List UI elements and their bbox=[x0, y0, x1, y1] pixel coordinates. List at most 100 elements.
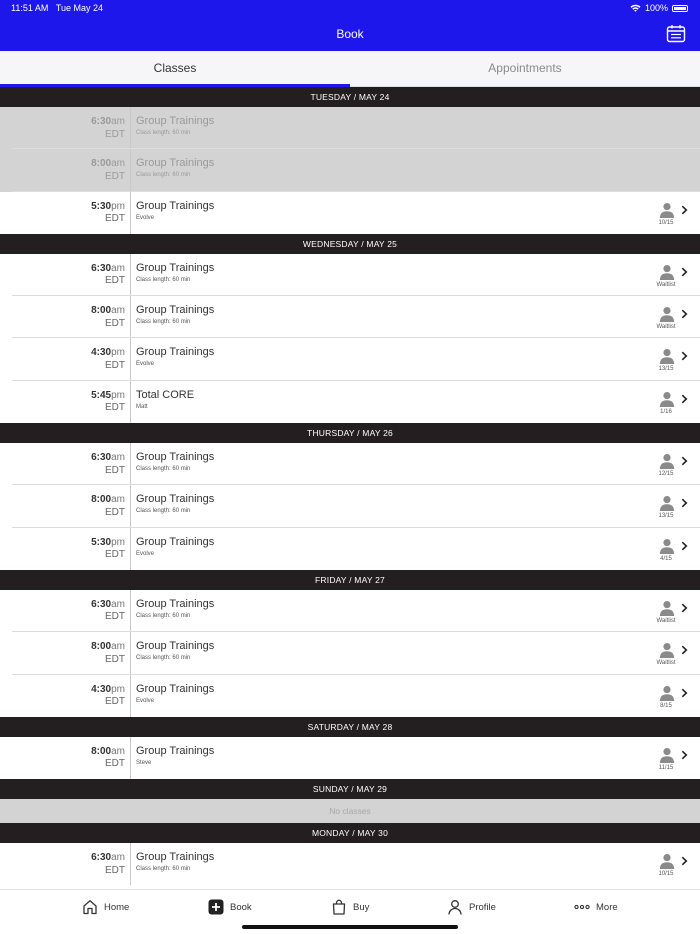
no-classes-text: No classes bbox=[0, 799, 700, 824]
class-subtitle: Steve bbox=[136, 759, 152, 766]
time-zone: EDT bbox=[105, 549, 125, 561]
class-availability[interactable]: 12/15 bbox=[652, 451, 688, 479]
column-divider bbox=[130, 191, 131, 234]
nav-more[interactable]: More bbox=[574, 899, 618, 915]
tab-classes[interactable]: Classes bbox=[0, 51, 350, 87]
class-row[interactable]: 6:30am EDT Group Trainings Class length: 60… bbox=[0, 589, 700, 633]
class-row[interactable]: 6:30am EDT Group Trainings Class length: 60… bbox=[0, 443, 700, 486]
nav-buy[interactable]: Buy bbox=[331, 899, 369, 915]
person-icon bbox=[659, 747, 675, 763]
class-name: Group Trainings bbox=[136, 346, 215, 359]
day-header: SATURDAY / MAY 28 bbox=[0, 716, 700, 737]
class-availability[interactable]: 10/15 bbox=[652, 851, 688, 879]
class-subtitle: Class length: 60 min bbox=[136, 508, 191, 515]
bottom-nav: Home Book Buy Profile More bbox=[0, 889, 700, 934]
time-value: 8:00 bbox=[91, 745, 112, 757]
day-header: TUESDAY / MAY 24 bbox=[0, 87, 700, 107]
status-indicators: 100% bbox=[630, 3, 688, 13]
time-ampm: pm bbox=[111, 536, 125, 548]
day-header: SUNDAY / MAY 29 bbox=[0, 779, 700, 800]
time-value: 8:00 bbox=[91, 305, 112, 317]
person-icon bbox=[659, 264, 675, 280]
class-info: Group Trainings Evolve bbox=[136, 536, 214, 557]
class-row[interactable]: 5:45pm EDT Total CORE Matt 1/16 bbox=[0, 380, 700, 424]
nav-book[interactable]: Book bbox=[208, 899, 252, 915]
home-indicator bbox=[242, 925, 458, 929]
time-value: 5:30 bbox=[91, 536, 112, 548]
class-info: Group Trainings Evolve bbox=[136, 200, 214, 221]
spots-text: Waitlist bbox=[656, 617, 676, 624]
class-row[interactable]: 4:30pm EDT Group Trainings Evolve 8/15 bbox=[0, 674, 700, 717]
time-value: 4:30 bbox=[91, 347, 112, 359]
class-subtitle: Evolve bbox=[136, 550, 155, 557]
class-time: 8:00am EDT bbox=[91, 746, 125, 771]
class-row[interactable]: 8:00am EDT Group Trainings Class length: 60… bbox=[0, 632, 700, 675]
class-availability[interactable]: 8/15 bbox=[652, 683, 688, 711]
time-value: 8:00 bbox=[91, 641, 112, 653]
class-availability[interactable]: Waitlist bbox=[652, 640, 688, 668]
class-schedule-list: TUESDAY / MAY 24 6:30am EDT Group Trainings… bbox=[0, 87, 700, 886]
class-name: Group Trainings bbox=[136, 115, 215, 127]
class-info: Total CORE Matt bbox=[136, 389, 194, 410]
nav-profile-label: Profile bbox=[469, 901, 496, 913]
class-availability[interactable]: Waitlist bbox=[652, 598, 688, 626]
chevron-right-icon bbox=[681, 352, 688, 361]
time-value: 6:30 bbox=[91, 852, 112, 864]
class-row[interactable]: 8:00am EDT Group Trainings Class length: 60… bbox=[0, 296, 700, 339]
spots-text: 13/15 bbox=[658, 513, 674, 520]
time-zone: EDT bbox=[105, 653, 125, 665]
class-row[interactable]: 8:00am EDT Group Trainings Steve 11/15 bbox=[0, 736, 700, 780]
class-name: Group Trainings bbox=[136, 451, 215, 464]
class-subtitle: Class length: 60 min bbox=[136, 130, 191, 136]
class-row[interactable]: 4:30pm EDT Group Trainings Evolve 13/15 bbox=[0, 338, 700, 381]
class-availability[interactable]: 1/16 bbox=[652, 389, 688, 417]
class-row[interactable]: 8:00am EDT Group Trainings Class length: 60… bbox=[0, 485, 700, 528]
class-info: Group Trainings Class length: 60 min bbox=[136, 157, 214, 178]
time-ampm: am bbox=[111, 641, 125, 653]
shopping-bag-icon bbox=[332, 899, 346, 915]
class-availability[interactable]: 4/15 bbox=[652, 536, 688, 564]
class-availability[interactable]: 11/15 bbox=[652, 745, 688, 773]
spots-text: 1/16 bbox=[660, 408, 672, 415]
time-zone: EDT bbox=[105, 696, 125, 708]
column-divider bbox=[130, 843, 131, 886]
class-row[interactable]: 6:30am EDT Group Trainings Class length: 60… bbox=[0, 843, 700, 886]
class-availability[interactable]: 13/15 bbox=[652, 346, 688, 374]
time-ampm: pm bbox=[111, 200, 125, 212]
chevron-right-icon bbox=[681, 267, 688, 277]
spots-text: Waitlist bbox=[656, 324, 676, 331]
class-info: Group Trainings Steve bbox=[136, 745, 214, 766]
tab-appointments[interactable]: Appointments bbox=[350, 51, 700, 86]
class-availability[interactable]: 13/15 bbox=[652, 493, 688, 521]
time-value: 6:30 bbox=[91, 452, 112, 464]
time-ampm: am bbox=[111, 305, 125, 317]
spots-text: 13/15 bbox=[658, 366, 674, 373]
spots-text: Waitlist bbox=[656, 660, 676, 667]
day-header: THURSDAY / MAY 26 bbox=[0, 423, 700, 444]
column-divider bbox=[130, 338, 131, 381]
class-availability[interactable]: Waitlist bbox=[652, 304, 688, 332]
chevron-right-icon bbox=[681, 456, 688, 466]
more-dots-icon bbox=[574, 904, 590, 910]
nav-profile[interactable]: Profile bbox=[447, 899, 496, 915]
spots-text: 8/15 bbox=[660, 702, 672, 709]
battery-percent: 100% bbox=[644, 3, 668, 13]
wifi-icon bbox=[630, 4, 641, 12]
chevron-right-icon bbox=[681, 498, 688, 508]
person-icon bbox=[659, 454, 675, 470]
class-row[interactable]: 5:30pm EDT Group Trainings Evolve 4/15 bbox=[0, 527, 700, 570]
class-availability[interactable]: 10/15 bbox=[652, 200, 688, 228]
class-availability[interactable]: Waitlist bbox=[652, 262, 688, 290]
time-zone: EDT bbox=[105, 359, 125, 371]
class-row[interactable]: 6:30am EDT Group Trainings Class length: 60… bbox=[0, 253, 700, 297]
class-time: 8:00am EDT bbox=[91, 158, 125, 183]
calendar-icon[interactable] bbox=[666, 24, 686, 43]
time-zone: EDT bbox=[105, 758, 125, 770]
nav-home[interactable]: Home bbox=[82, 899, 129, 915]
person-icon bbox=[659, 307, 675, 323]
class-name: Group Trainings bbox=[136, 157, 215, 170]
class-row[interactable]: 5:30pm EDT Group Trainings Evolve 10/15 bbox=[0, 191, 700, 234]
chevron-right-icon bbox=[681, 309, 688, 319]
class-subtitle: Class length: 60 min bbox=[136, 655, 191, 662]
time-zone: EDT bbox=[105, 317, 125, 329]
